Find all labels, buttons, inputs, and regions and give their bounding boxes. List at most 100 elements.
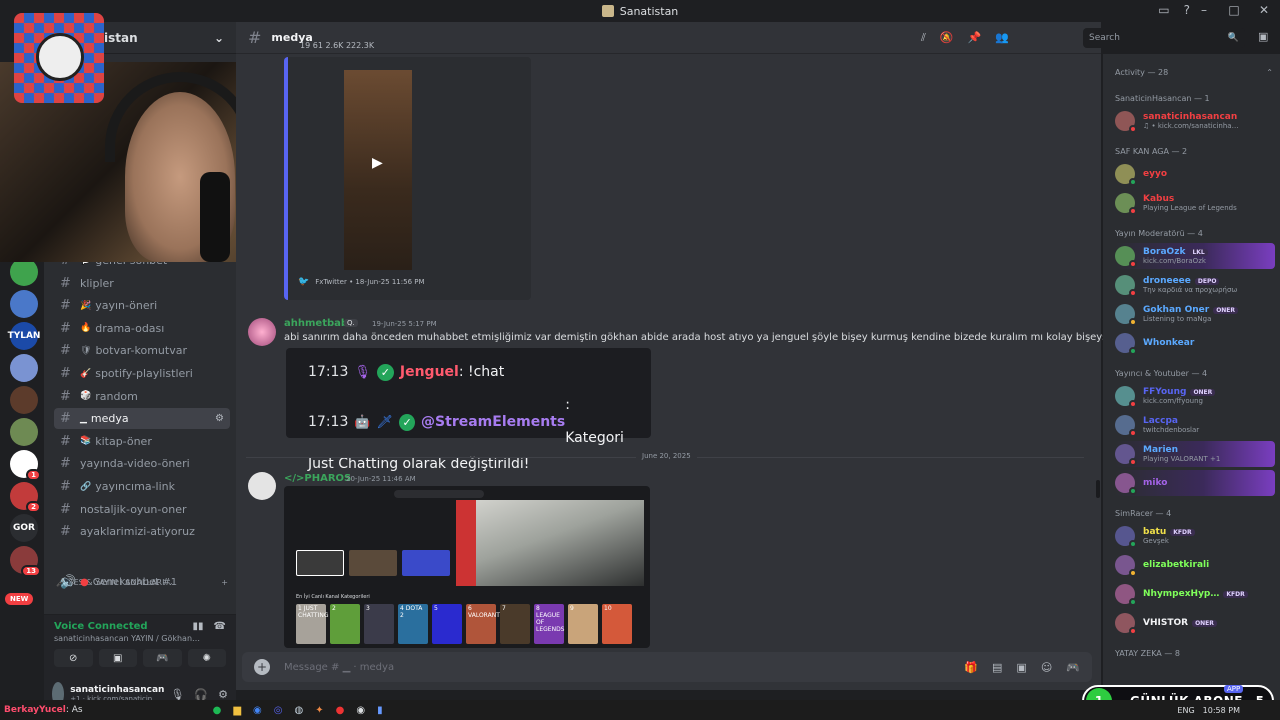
inbox-icon[interactable]: ▣ [1258,30,1268,43]
avatar[interactable] [248,472,276,500]
member-row[interactable]: Marien Playing VALORANT +1 [1115,441,1275,467]
sticker-icon[interactable]: ▣ [1016,661,1026,674]
member-row[interactable]: elizabetkirali [1115,552,1275,578]
play-icon[interactable]: ▶ [372,155,383,171]
app-icon[interactable]: ▮ [377,705,383,716]
channel-item-random[interactable]: # 🎲 random [54,386,230,407]
minimize-icon[interactable]: – [1196,3,1212,17]
app-icon[interactable]: ● [336,705,345,716]
member-row[interactable]: sanaticinhasancan ♫ • kick.com/sanaticinh… [1115,108,1275,134]
folder-icon[interactable]: ▆ [233,705,241,716]
close-icon[interactable]: ✕ [1256,3,1272,17]
attached-screenshot[interactable]: En İyi Canlı Kanal Kategorileri 1 JUST C… [284,486,650,648]
channel-item-drama-odası[interactable]: # 🔥 drama-odası [54,318,230,339]
members-icon[interactable]: 👥 [995,31,1009,45]
search-input[interactable]: Search 🔍 [1083,28,1245,48]
activity-header[interactable]: Activity — 28 ⌃ [1115,68,1273,77]
steam-icon[interactable]: ◍ [295,705,304,716]
help-icon[interactable]: ? [1184,3,1190,17]
member-row[interactable]: Gokhan Oner ONER Listening to maNga [1115,301,1275,327]
channel-settings-icon[interactable]: ⚙ [215,413,224,424]
channel-item-yayın-öneri[interactable]: # 🎉 yayın-öneri [54,295,230,316]
mute-bell-icon[interactable]: 🔕 [940,31,954,45]
chat-line: 17:13 🎙 ✓ Jenguel: !chat [308,356,629,389]
avatar [1115,193,1137,215]
monitor-icon[interactable]: ▭ [1158,3,1169,17]
channel-emoji: 🎸 [80,368,92,379]
obs-icon[interactable]: ◉ [356,705,365,716]
chrome-icon[interactable]: ◉ [253,705,262,716]
channel-item-nostaljik-oyun-oner[interactable]: # nostaljik-oyun-oner [54,499,230,520]
scrollbar[interactable] [1096,480,1100,498]
status-dot-icon [1129,125,1137,133]
spotify-icon[interactable]: ● [213,705,222,716]
channel-item-spotify-playlistleri[interactable]: # 🎸 spotify-playlistleri [54,363,230,384]
server-icon[interactable]: 13 [10,546,41,577]
member-row[interactable]: NhympexHyp… KFDR [1115,581,1275,607]
add-attachment-icon[interactable]: + [254,659,270,675]
member-activity: Gevşek [1143,537,1169,545]
app-icon[interactable]: ✦ [315,705,323,716]
server-icon[interactable] [10,290,38,318]
channel-item-botvar-komutvar[interactable]: # 🛡 botvar-komutvar [54,340,230,361]
channel-label: yayın-öneri [95,299,158,313]
channel-item-klipler[interactable]: # klipler [54,273,230,294]
new-badge[interactable]: NEW [5,593,34,605]
composer-placeholder: Message # ▁ · medya [284,661,395,673]
member-row[interactable]: eyyo [1115,161,1275,187]
server-icon[interactable]: TYLAN [8,322,40,350]
camera-off-button[interactable]: ⊘ [54,649,93,667]
message-author[interactable]: </>PHAROS [284,473,351,484]
chevron-down-icon: ⌄ [213,30,224,45]
member-activity: Listening to maNga [1143,315,1212,323]
channel-item-kitap-öner[interactable]: # 📚 kitap-öner [54,431,230,452]
gift-icon[interactable]: 🎁 [964,661,978,674]
server-icon[interactable]: 1 [10,450,41,481]
signal-icon[interactable]: ▮▮ [193,621,204,632]
member-row[interactable]: batu KFDR Gevşek [1115,523,1275,549]
channel-item-yayında-video-öneri[interactable]: # yayında-video-öneri [54,453,230,474]
settings-gear-icon[interactable]: ⚙ [218,688,228,701]
emoji-icon[interactable]: ☺ [1041,661,1052,674]
server-icon[interactable] [10,258,38,286]
disconnect-icon[interactable]: ☎ [214,621,226,632]
server-icon[interactable] [10,386,38,414]
member-row[interactable]: BoraOzk LKL kick.com/BoraOzk [1115,243,1275,269]
voice-channel[interactable]: 🔊 ● Genel sohbet #1 [54,572,230,593]
screen-share-button[interactable]: ▣ [98,649,137,667]
member-row[interactable]: droneeee DEPO Την καρδιά να προχωρήσω [1115,272,1275,298]
channel-item-yayıncıma-link[interactable]: # 🔗 yayıncıma-link [54,476,230,497]
member-row[interactable]: FFYoung ONER kick.com/ffyoung [1115,383,1275,409]
channel-label: klipler [80,276,114,290]
stream-logo-holder [0,5,110,105]
soundboard-button[interactable]: ✺ [187,649,226,667]
pin-icon[interactable]: 📌 [968,31,982,45]
server-icon[interactable]: GOR [10,514,38,542]
member-row[interactable]: miko [1115,470,1275,496]
avatar[interactable] [248,318,276,346]
threads-icon[interactable]: ⫽ [921,31,926,45]
member-row[interactable]: Kabus Playing League of Legends [1115,190,1275,216]
server-icon[interactable]: 2 [10,482,41,513]
game-icon[interactable]: 🎮 [1066,661,1080,674]
server-icon[interactable] [10,354,38,382]
member-row[interactable]: Laccpa twitchdenboslar [1115,412,1275,438]
status-dot-icon [1129,207,1137,215]
system-tray: ENG 10:58 PM [1177,706,1240,715]
member-row[interactable]: VHISTOR ONER [1115,610,1275,636]
channel-item-medya[interactable]: # ▁ medya ⚙ [54,408,230,430]
maximize-icon[interactable]: □ [1226,3,1242,17]
discord-icon[interactable]: ◎ [274,705,283,716]
status-dot-icon [1129,569,1137,577]
server-icon[interactable] [10,418,38,446]
activity-button[interactable]: 🎮 [143,649,182,667]
chat-screenshot[interactable]: 17:13 🎙 ✓ Jenguel: !chat 17:13 🤖 🗡 ✓ @St… [286,348,651,472]
headphones-icon[interactable]: 🎧 [194,688,208,701]
clock[interactable]: 10:58 PM [1203,706,1240,715]
gif-icon[interactable]: ▤ [992,661,1002,674]
language-indicator[interactable]: ENG [1177,706,1194,715]
channel-item-ayaklarimizi-atiyoruz[interactable]: # ayaklarimizi-atiyoruz [54,521,230,542]
member-row[interactable]: Whonkear [1115,330,1275,356]
message-composer[interactable]: + Message # ▁ · medya 🎁 ▤ ▣ ☺ 🎮 [242,652,1092,682]
microphone-icon[interactable]: 🎙 [170,688,184,701]
